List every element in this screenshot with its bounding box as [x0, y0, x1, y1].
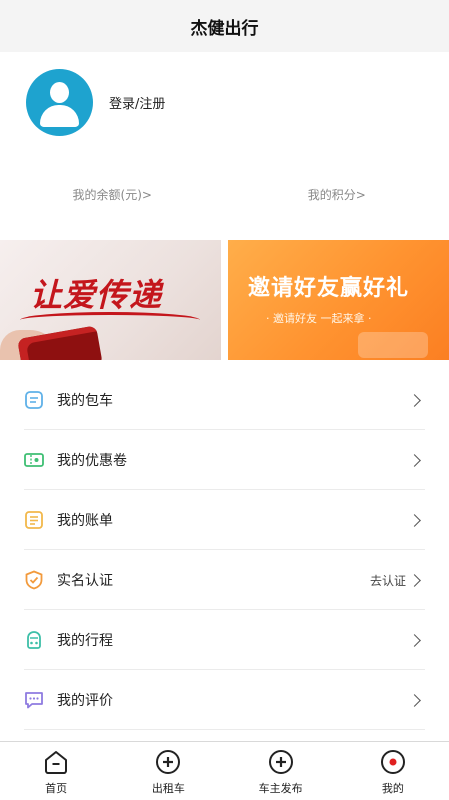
balance-link[interactable]: 我的余额(元)> — [0, 180, 225, 210]
chevron-right-icon — [408, 633, 421, 647]
menu-item-label: 实名认证 — [57, 573, 113, 589]
charter-icon — [24, 390, 44, 410]
menu-item-coupon[interactable]: 我的优惠卷 — [0, 430, 449, 490]
menu-item-label: 我的评价 — [57, 693, 113, 709]
tab-label: 车主发布 — [258, 782, 303, 795]
avatar[interactable] — [26, 68, 93, 136]
menu-list: 我的包车 我的优惠卷 我的账单 实名认证 去认证 我的行程 我的评价 — [0, 370, 449, 730]
chevron-right-icon — [408, 573, 421, 587]
shield-icon — [24, 570, 44, 590]
account-stats: 我的余额(元)> 我的积分> — [0, 180, 449, 210]
menu-item-label: 我的优惠卷 — [57, 453, 127, 469]
avatar-head-shape — [50, 81, 69, 103]
bottom-tab-bar: 首页 出租车 车主发布 我的 — [0, 741, 449, 800]
tab-label: 出租车 — [151, 782, 185, 795]
chevron-right-icon — [408, 393, 421, 407]
login-register-link[interactable]: 登录/注册 — [109, 93, 165, 112]
chevron-right-icon — [408, 513, 421, 527]
trip-icon — [24, 630, 44, 650]
tab-me[interactable]: 我的 — [337, 742, 449, 800]
points-link[interactable]: 我的积分> — [225, 180, 449, 210]
avatar-body-shape — [40, 104, 79, 127]
menu-item-review[interactable]: 我的评价 — [0, 670, 449, 730]
chevron-right-icon — [408, 453, 421, 467]
menu-item-trip[interactable]: 我的行程 — [0, 610, 449, 670]
menu-item-label: 我的行程 — [57, 633, 113, 649]
gift-graphic — [358, 332, 428, 358]
invite-banner-title: 邀请好友赢好礼 — [248, 276, 410, 301]
tab-publish[interactable]: 车主发布 — [225, 742, 337, 800]
love-banner-text: 让爱传递 — [30, 276, 163, 314]
menu-item-bill[interactable]: 我的账单 — [0, 490, 449, 550]
menu-item-charter[interactable]: 我的包车 — [0, 370, 449, 430]
tab-home[interactable]: 首页 — [0, 742, 112, 800]
taxi-icon — [154, 748, 182, 776]
invite-banner-subtitle: · 邀请好友 一起来拿 · — [266, 312, 372, 325]
swoosh-graphic — [20, 312, 200, 328]
menu-item-verify[interactable]: 实名认证 去认证 — [0, 550, 449, 610]
tab-label: 首页 — [45, 782, 68, 795]
profile-section: 登录/注册 — [0, 52, 449, 152]
page-title: 杰健出行 — [190, 18, 259, 39]
bill-icon — [24, 510, 44, 530]
menu-item-label: 我的账单 — [57, 513, 113, 529]
coupon-icon — [24, 450, 44, 470]
verify-status-text: 去认证 — [369, 573, 406, 588]
tab-taxi[interactable]: 出租车 — [112, 742, 224, 800]
tab-label: 我的 — [381, 782, 404, 795]
invite-banner[interactable]: 邀请好友赢好礼 · 邀请好友 一起来拿 · — [228, 240, 449, 360]
home-icon — [42, 748, 70, 776]
chevron-right-icon — [408, 693, 421, 707]
me-icon — [379, 748, 407, 776]
love-banner[interactable]: 让爱传递 — [0, 240, 221, 360]
menu-item-label: 我的包车 — [57, 393, 113, 409]
banner-row: 让爱传递 邀请好友赢好礼 · 邀请好友 一起来拿 · — [0, 240, 449, 360]
app-header: 杰健出行 — [0, 0, 449, 52]
publish-icon — [267, 748, 295, 776]
comment-icon — [24, 690, 44, 710]
